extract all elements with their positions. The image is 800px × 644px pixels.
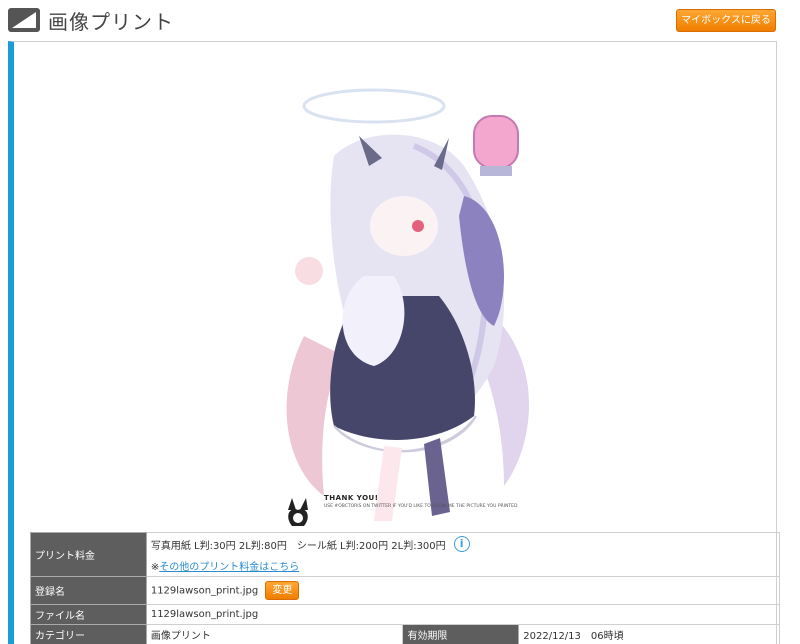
image-print-icon xyxy=(8,8,40,32)
page-title: 画像プリント xyxy=(48,10,174,34)
file-name-label: ファイル名 xyxy=(30,604,147,625)
note-mark: ※ xyxy=(150,562,160,573)
info-icon[interactable]: i xyxy=(453,536,470,552)
print-image-preview xyxy=(286,88,529,526)
registered-name-cell: 1129lawson_print.jpg 変更 xyxy=(145,576,781,605)
thank-you-subtitle: USE #OBCTORIS ON TWITTER IF YOU'D LIKE T… xyxy=(324,504,518,509)
price-value: 写真用紙 L判:30円 2L判:80円 シール紙 L判:200円 2L判:300… xyxy=(150,540,446,552)
file-name-row: ファイル名 1129lawson_print.jpg xyxy=(30,604,781,625)
thank-you-note: THANK YOU! USE #OBCTORIS ON TWITTER IF Y… xyxy=(324,494,584,509)
file-name-value: 1129lawson_print.jpg xyxy=(145,604,781,625)
change-name-button[interactable]: 変更 xyxy=(265,581,300,600)
registered-name-value: 1129lawson_print.jpg xyxy=(150,585,259,597)
price-label: プリント料金 xyxy=(30,532,147,577)
category-value: 画像プリント xyxy=(145,624,404,644)
back-to-mybox-button[interactable]: マイボックスに戻る xyxy=(676,9,776,32)
thank-you-title: THANK YOU! xyxy=(324,494,379,502)
expiry-value: 2022/12/13 06時頃 xyxy=(518,624,780,644)
expiry-label: 有効期限 xyxy=(402,624,520,644)
price-cell: 写真用紙 L判:30円 2L判:80円 シール紙 L判:200円 2L判:300… xyxy=(145,532,781,577)
category-label: カテゴリー xyxy=(30,624,147,644)
price-row: プリント料金 写真用紙 L判:30円 2L判:80円 シール紙 L判:200円 … xyxy=(30,532,781,577)
print-info-table: プリント料金 写真用紙 L判:30円 2L判:80円 シール紙 L判:200円 … xyxy=(30,532,781,644)
page-header: 画像プリント マイボックスに戻る xyxy=(0,0,800,40)
registered-name-label: 登録名 xyxy=(30,576,147,605)
content-panel: THANK YOU! USE #OBCTORIS ON TWITTER IF Y… xyxy=(8,41,781,644)
category-row: カテゴリー 画像プリント 有効期限 2022/12/13 06時頃 xyxy=(30,624,780,644)
other-price-link[interactable]: その他のプリント料金はこちら xyxy=(159,562,299,573)
registered-name-row: 登録名 1129lawson_print.jpg 変更 xyxy=(30,576,781,605)
